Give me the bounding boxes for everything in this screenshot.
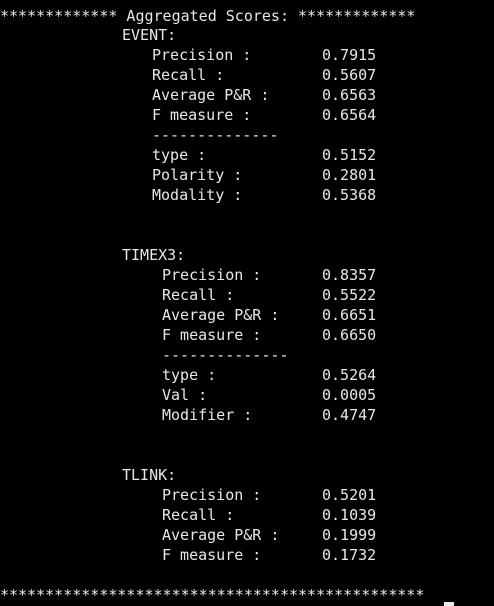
attribute-label: type : [152, 146, 207, 164]
section-title-timex3: TIMEX3: [122, 246, 186, 264]
attribute-value: 0.5152 [322, 146, 377, 164]
metric-label: Precision : [152, 46, 252, 64]
metric-row: Precision : [152, 45, 251, 65]
metric-value: 0.1039 [322, 506, 377, 524]
attribute-value: 0.5368 [322, 186, 377, 204]
metric-value: 0.6564 [322, 106, 377, 124]
attribute-value: 0.5264 [322, 366, 377, 384]
attribute-value: 0.0005 [322, 386, 377, 404]
attribute-label: type : [162, 366, 217, 384]
metric-value: 0.5522 [322, 286, 377, 304]
metric-value: 0.6650 [322, 326, 377, 344]
metric-label: Recall : [152, 66, 225, 84]
section-title-tlink: TLINK: [122, 466, 177, 484]
attribute-value: 0.2801 [322, 166, 377, 184]
metric-value: 0.1732 [322, 546, 377, 564]
metric-label: Recall : [162, 286, 235, 304]
footer-banner: ****************************************… [0, 586, 425, 604]
metric-label: Average P&R : [162, 526, 280, 544]
metric-label: F measure : [162, 546, 262, 564]
attribute-label: Val : [162, 386, 208, 404]
metric-value: 0.5607 [322, 66, 377, 84]
metric-label: Average P&R : [162, 306, 280, 324]
section-title-event: EVENT: [122, 26, 177, 44]
metric-label: F measure : [152, 106, 252, 124]
divider: -------------- [152, 126, 279, 144]
metric-label: Average P&R : [152, 86, 270, 104]
terminal-output: ************* Aggregated Scores: *******… [0, 0, 494, 606]
metric-value: 0.1999 [322, 526, 377, 544]
metric-value: 0.7915 [322, 46, 377, 64]
terminal-cursor [444, 602, 454, 606]
divider: -------------- [162, 346, 289, 364]
metric-value: 0.6563 [322, 86, 377, 104]
metric-value: 0.5201 [322, 486, 377, 504]
metric-value: 0.6651 [322, 306, 377, 324]
metric-label: F measure : [162, 326, 262, 344]
attribute-value: 0.4747 [322, 406, 377, 424]
metric-label: Precision : [162, 266, 262, 284]
header-banner: ************* Aggregated Scores: *******… [0, 7, 416, 25]
metric-label: Precision : [162, 486, 262, 504]
attribute-label: Modifier : [162, 406, 253, 424]
attribute-label: Modality : [152, 186, 243, 204]
metric-value: 0.8357 [322, 266, 377, 284]
attribute-label: Polarity : [152, 166, 243, 184]
metric-label: Recall : [162, 506, 235, 524]
